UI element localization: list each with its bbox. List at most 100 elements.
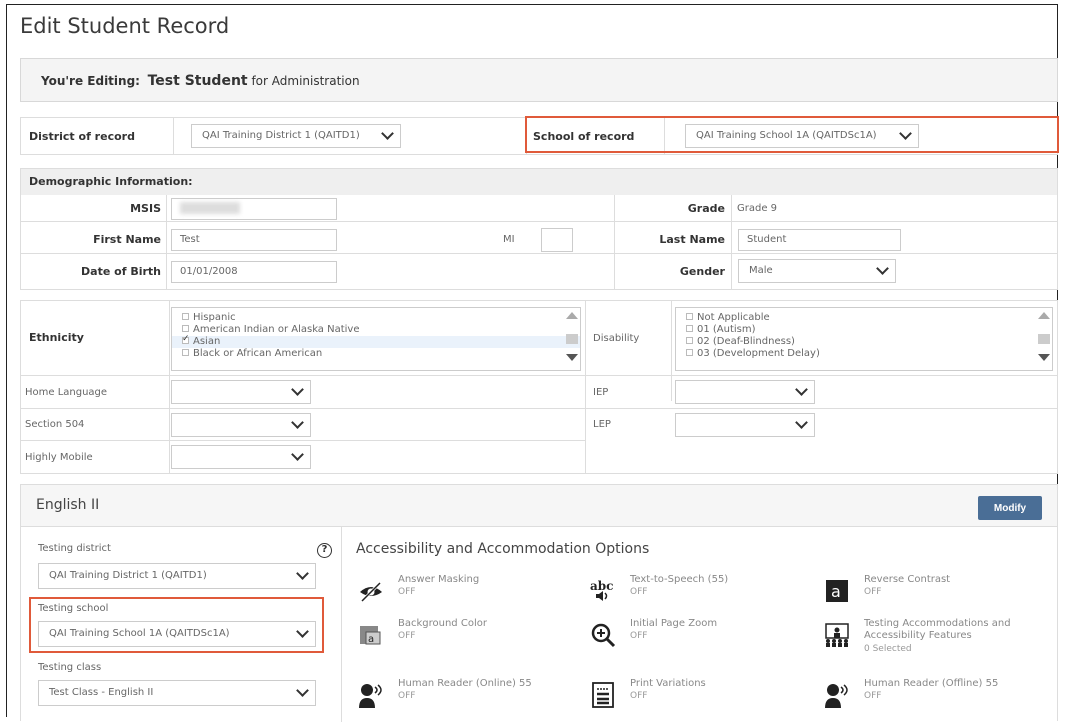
- checkbox-icon[interactable]: [182, 349, 189, 356]
- chevron-down-icon: [296, 625, 309, 638]
- editing-student-name: Test Student: [147, 73, 248, 89]
- mi-input[interactable]: [541, 228, 573, 252]
- accommodation-reverse-contrast[interactable]: a Reverse Contrast OFF: [824, 574, 1054, 614]
- highly-mobile-select[interactable]: [171, 445, 311, 469]
- checkbox-icon[interactable]: [686, 313, 693, 320]
- accommodation-state: OFF: [630, 691, 648, 701]
- ethnicity-option-selected[interactable]: Asian: [172, 333, 580, 348]
- testing-class-select[interactable]: Test Class - English II: [38, 680, 316, 706]
- scroll-down-icon: [1038, 354, 1050, 361]
- home-language-label: Home Language: [25, 387, 108, 398]
- demographics-panel: Demographic Information: MSIS Grade Grad…: [20, 168, 1058, 290]
- ethnicity-option[interactable]: American Indian or Alaska Native: [172, 324, 580, 336]
- mi-label: MI: [503, 234, 515, 245]
- dob-input[interactable]: 01/01/2008: [171, 261, 337, 283]
- accommodation-state: OFF: [398, 631, 416, 641]
- accommodation-testing-accommodations[interactable]: Testing Accommodations and Accessibility…: [824, 618, 1044, 658]
- testing-district-label: Testing district: [38, 543, 111, 554]
- checkbox-icon[interactable]: [686, 325, 693, 332]
- district-of-record-value: QAI Training District 1 (QAITD1): [202, 130, 360, 141]
- checkbox-checked-icon[interactable]: [182, 333, 190, 345]
- first-name-input[interactable]: Test: [171, 229, 337, 251]
- testing-school-select[interactable]: QAI Training School 1A (QAITDSc1A): [38, 621, 316, 647]
- ethnicity-label: Ethnicity: [29, 331, 84, 344]
- section-504-label: Section 504: [25, 419, 85, 430]
- accommodation-background-color[interactable]: a Background Color OFF: [358, 618, 588, 658]
- iep-select[interactable]: [675, 380, 815, 404]
- gender-label: Gender: [679, 265, 725, 278]
- accommodation-state: OFF: [864, 587, 882, 597]
- last-name-input[interactable]: Student: [738, 229, 901, 251]
- accommodation-name: Print Variations: [630, 678, 706, 689]
- chevron-down-icon: [296, 567, 309, 580]
- checkbox-icon[interactable]: [686, 349, 693, 356]
- demographics-heading: Demographic Information:: [21, 169, 1057, 195]
- ethnicity-listbox[interactable]: Hispanic American Indian or Alaska Nativ…: [171, 307, 581, 371]
- home-language-select[interactable]: [171, 380, 311, 404]
- msis-label: MSIS: [130, 202, 161, 215]
- accommodation-print-variations[interactable]: Print Variations OFF: [590, 678, 820, 718]
- testing-class-value: Test Class - English II: [49, 687, 154, 698]
- checkbox-icon[interactable]: [182, 313, 189, 320]
- accommodation-name: Human Reader (Online) 55: [398, 678, 532, 689]
- human-reader-offline-icon: [825, 684, 848, 708]
- accommodation-state: 0 Selected: [864, 644, 912, 654]
- lep-select[interactable]: [675, 413, 815, 437]
- chevron-down-icon: [291, 383, 304, 396]
- background-color-icon: a: [360, 626, 381, 645]
- chevron-down-icon: [291, 416, 304, 429]
- accommodation-human-reader-online[interactable]: Human Reader (Online) 55 OFF: [358, 678, 588, 718]
- section-504-select[interactable]: [171, 413, 311, 437]
- district-of-record-select[interactable]: QAI Training District 1 (QAITD1): [191, 124, 401, 148]
- disability-option[interactable]: 01 (Autism): [676, 324, 1052, 336]
- ethnicity-option[interactable]: Black or African American: [172, 348, 580, 360]
- disability-option[interactable]: Not Applicable: [676, 312, 1052, 324]
- accommodation-human-reader-offline[interactable]: Human Reader (Offline) 55 OFF: [824, 678, 1054, 718]
- accommodation-initial-page-zoom[interactable]: Initial Page Zoom OFF: [590, 618, 820, 658]
- answer-masking-icon: [360, 581, 382, 603]
- scrollbar[interactable]: [566, 312, 578, 364]
- testing-class-label: Testing class: [38, 662, 102, 673]
- scroll-up-icon: [566, 312, 578, 319]
- scroll-thumb: [566, 334, 578, 344]
- accommodation-state: OFF: [864, 691, 882, 701]
- accommodations-title: Accessibility and Accommodation Options: [356, 541, 650, 557]
- highly-mobile-label: Highly Mobile: [25, 452, 93, 463]
- accommodation-name: Answer Masking: [398, 574, 480, 585]
- print-variations-icon: [592, 682, 614, 708]
- scroll-thumb: [1038, 334, 1050, 344]
- scrollbar[interactable]: [1038, 312, 1050, 364]
- accommodation-name: Background Color: [398, 618, 487, 629]
- scroll-up-icon: [1038, 312, 1050, 319]
- accommodation-name: Human Reader (Offline) 55: [864, 678, 999, 689]
- testing-accommodations-icon: [825, 623, 849, 647]
- checkbox-icon[interactable]: [182, 325, 189, 332]
- msis-input[interactable]: [171, 198, 337, 220]
- disability-option[interactable]: 02 (Deaf-Blindness): [676, 336, 1052, 348]
- last-name-label: Last Name: [659, 233, 725, 246]
- grade-label: Grade: [687, 202, 725, 215]
- disability-option[interactable]: 03 (Development Delay): [676, 348, 1052, 360]
- course-header: English II Modify: [21, 485, 1057, 527]
- accommodation-name: Text-to-Speech (55): [630, 574, 729, 585]
- page-title: Edit Student Record: [20, 14, 230, 38]
- program-fields-table: Ethnicity Hispanic American Indian or Al…: [20, 300, 1058, 474]
- help-icon[interactable]: ?: [317, 543, 332, 558]
- editing-suffix: for Administration: [251, 74, 360, 88]
- disability-listbox[interactable]: Not Applicable 01 (Autism) 02 (Deaf-Blin…: [675, 307, 1053, 371]
- accommodation-text-to-speech[interactable]: abc Text-to-Speech (55) OFF: [590, 574, 820, 614]
- accommodation-state: OFF: [630, 631, 648, 641]
- modify-button[interactable]: Modify: [978, 496, 1042, 520]
- accommodation-answer-masking[interactable]: Answer Masking OFF: [358, 574, 588, 614]
- highlight-school-of-record: [525, 116, 1059, 153]
- checkbox-icon[interactable]: [686, 337, 693, 344]
- gender-value: Male: [749, 265, 773, 276]
- chevron-down-icon: [291, 448, 304, 461]
- ethnicity-option[interactable]: Hispanic: [172, 312, 580, 324]
- accommodation-name: Reverse Contrast: [864, 574, 951, 585]
- accommodation-state: OFF: [398, 587, 416, 597]
- testing-district-select[interactable]: QAI Training District 1 (QAITD1): [38, 563, 316, 589]
- testing-district-value: QAI Training District 1 (QAITD1): [49, 570, 207, 581]
- svg-text:abc: abc: [590, 579, 613, 593]
- gender-select[interactable]: Male: [738, 259, 896, 283]
